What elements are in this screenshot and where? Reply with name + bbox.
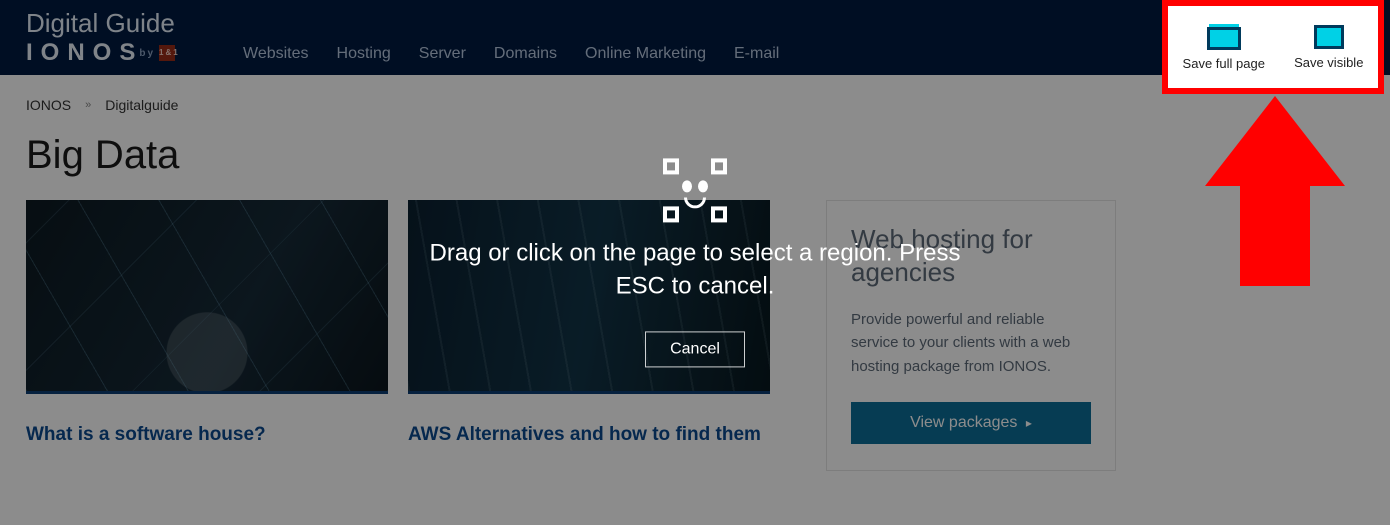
save-visible-label: Save visible (1294, 55, 1363, 70)
face-viewfinder-icon (663, 158, 727, 222)
arrow-head-icon (1205, 96, 1345, 186)
screenshot-toolbar: Save full page Save visible (1168, 6, 1378, 88)
full-page-icon (1207, 24, 1241, 50)
capture-hint-box: Drag or click on the page to select a re… (425, 158, 965, 367)
visible-area-icon (1314, 25, 1344, 49)
save-full-page-button[interactable]: Save full page (1183, 24, 1265, 71)
cancel-button[interactable]: Cancel (645, 331, 745, 367)
save-full-page-label: Save full page (1183, 56, 1265, 71)
save-visible-button[interactable]: Save visible (1294, 25, 1363, 70)
capture-hint-text: Drag or click on the page to select a re… (425, 236, 965, 303)
arrow-body (1240, 186, 1310, 286)
annotation-arrow (1200, 96, 1350, 286)
toolbar-highlight: Save full page Save visible (1162, 0, 1384, 94)
